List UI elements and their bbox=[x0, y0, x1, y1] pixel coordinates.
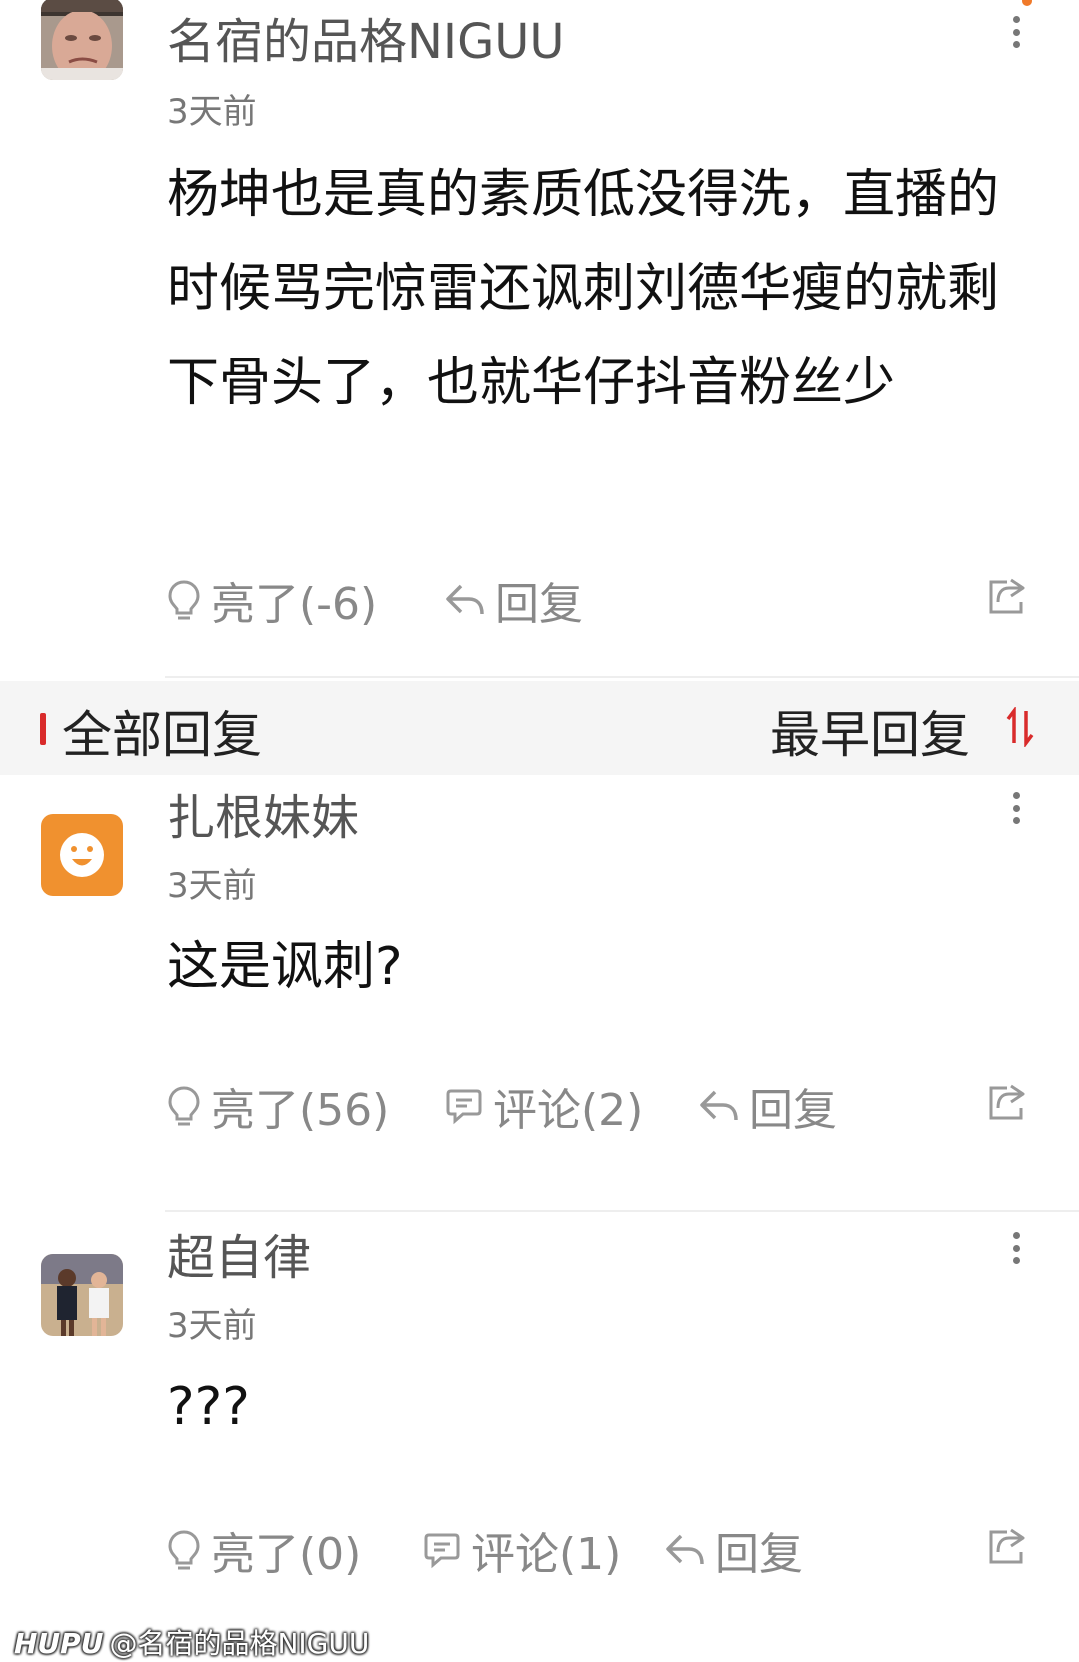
reply-label: 回复 bbox=[495, 579, 583, 630]
divider bbox=[165, 1210, 1079, 1212]
like-button[interactable]: 亮了(0) bbox=[167, 1520, 361, 1580]
lightbulb-icon bbox=[168, 1530, 200, 1570]
comment-text: 杨坤也是真的素质低没得洗，直播的时候骂完惊雷还讽刺刘德华瘦的就剩下骨头了，也就华… bbox=[167, 165, 1000, 413]
reply-label: 回复 bbox=[715, 1529, 803, 1580]
avatar[interactable] bbox=[41, 814, 123, 896]
timestamp: 3天前 bbox=[167, 866, 257, 906]
comment-label: 评论(1) bbox=[471, 1529, 622, 1580]
reply-button[interactable]: 回复 bbox=[699, 1076, 837, 1136]
share-icon[interactable] bbox=[987, 1082, 1027, 1126]
reply-text: ??? bbox=[167, 1377, 250, 1437]
reply-button[interactable]: 回复 bbox=[665, 1520, 803, 1580]
like-label: 亮了(0) bbox=[211, 1529, 362, 1580]
watermark-handle: @名宿的品格NIGUU bbox=[109, 1627, 370, 1660]
comment-bubble-icon bbox=[446, 1089, 482, 1125]
timestamp: 3天前 bbox=[167, 1306, 257, 1346]
more-options-icon[interactable] bbox=[1006, 1228, 1026, 1268]
reply-arrow-icon bbox=[700, 1090, 738, 1121]
like-label: 亮了(56) bbox=[211, 1085, 390, 1136]
username[interactable]: 超自律 bbox=[167, 1218, 311, 1288]
avatar[interactable] bbox=[41, 0, 123, 80]
share-icon[interactable] bbox=[987, 576, 1027, 620]
smiley-icon bbox=[60, 833, 104, 877]
sort-button[interactable]: 最早回复 bbox=[770, 695, 970, 767]
like-button[interactable]: 亮了(-6) bbox=[167, 570, 377, 630]
reply-arrow-icon bbox=[666, 1534, 704, 1565]
comment-actions: 亮了(-6) 回复 bbox=[167, 570, 1047, 630]
sort-arrows-icon[interactable] bbox=[1006, 707, 1034, 747]
more-options-icon[interactable] bbox=[1006, 788, 1026, 828]
reply-text: 这是讽刺? bbox=[167, 937, 403, 997]
section-title: 全部回复 bbox=[62, 706, 262, 764]
reply-arrow-icon bbox=[446, 584, 484, 615]
reply-label: 回复 bbox=[749, 1085, 837, 1136]
all-replies-header: 全部回复 最早回复 bbox=[0, 681, 1079, 775]
notification-dot bbox=[1022, 0, 1032, 6]
watermark-brand: HUPU bbox=[14, 1627, 104, 1660]
lightbulb-icon bbox=[168, 580, 200, 620]
username[interactable]: 名宿的品格NIGUU bbox=[167, 2, 565, 72]
comment-bubble-icon bbox=[424, 1533, 460, 1569]
comment-button[interactable]: 评论(1) bbox=[423, 1520, 621, 1580]
username[interactable]: 扎根妹妹 bbox=[167, 778, 359, 848]
lightbulb-icon bbox=[168, 1086, 200, 1126]
timestamp: 3天前 bbox=[167, 92, 257, 132]
share-icon[interactable] bbox=[987, 1526, 1027, 1570]
reply-actions: 亮了(56) 评论(2) 回复 bbox=[167, 1076, 1047, 1136]
reply-actions: 亮了(0) 评论(1) 回复 bbox=[167, 1520, 1047, 1580]
watermark: HUPU @名宿的品格NIGUU bbox=[14, 1622, 369, 1662]
comment-button[interactable]: 评论(2) bbox=[445, 1076, 643, 1136]
like-label: 亮了(-6) bbox=[211, 579, 378, 630]
like-button[interactable]: 亮了(56) bbox=[167, 1076, 389, 1136]
comment-label: 评论(2) bbox=[493, 1085, 644, 1136]
avatar[interactable] bbox=[41, 1254, 123, 1336]
reply-button[interactable]: 回复 bbox=[445, 570, 583, 630]
section-marker bbox=[40, 713, 46, 745]
more-options-icon[interactable] bbox=[1006, 12, 1026, 52]
divider bbox=[165, 676, 1079, 678]
